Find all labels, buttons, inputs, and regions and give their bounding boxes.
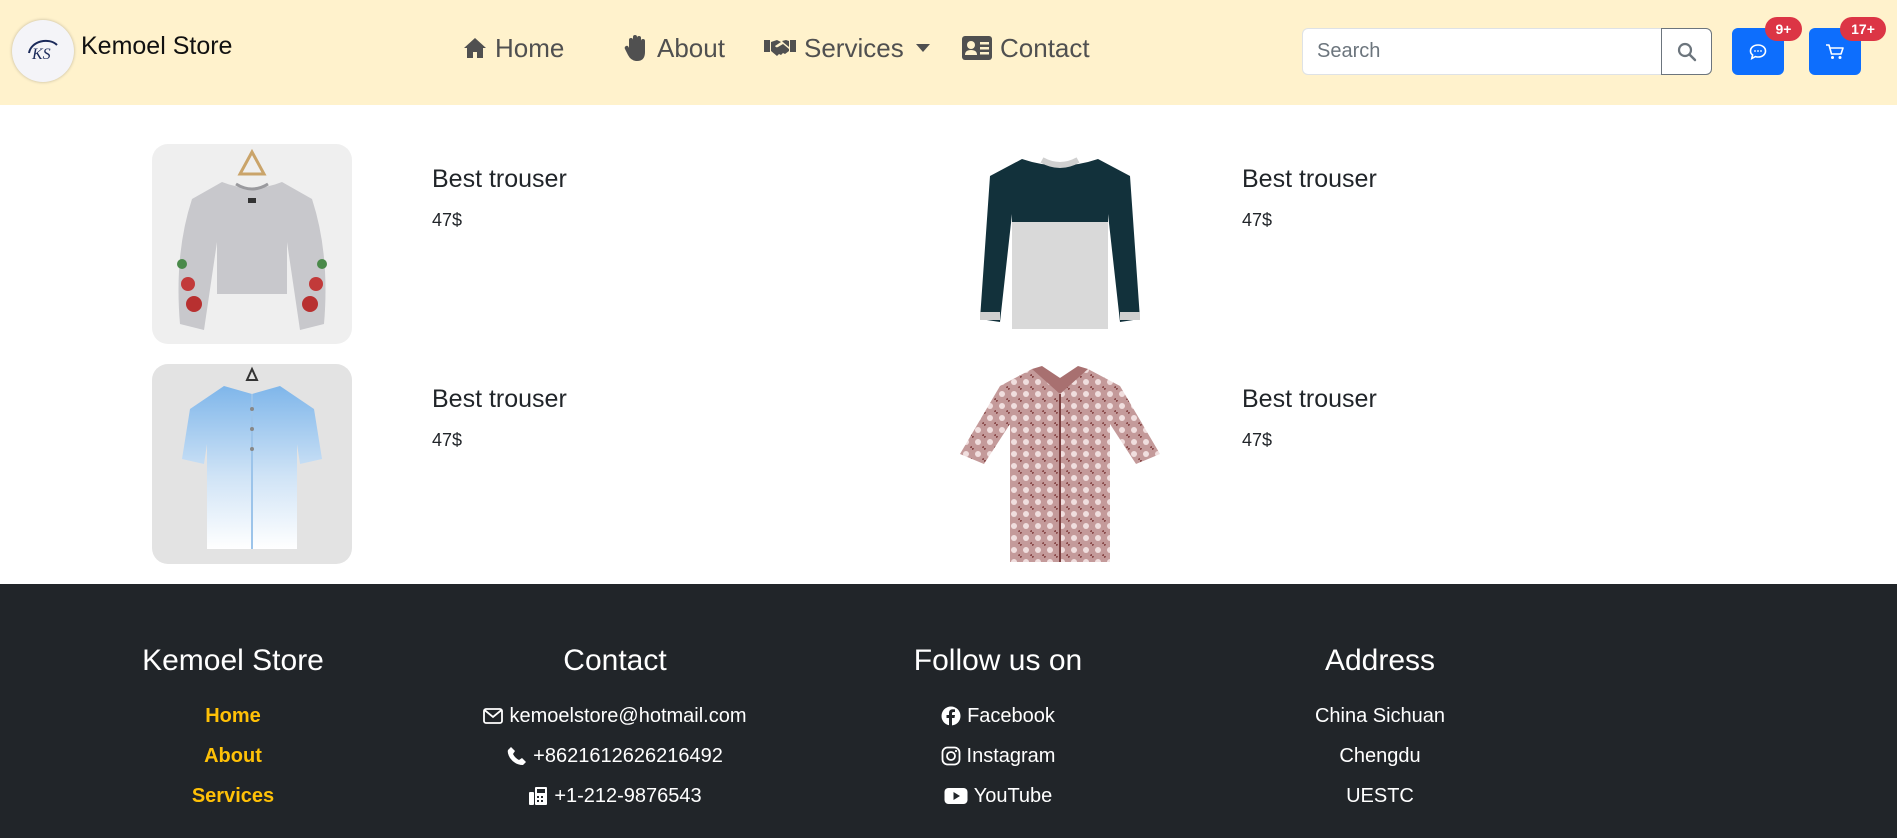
footer-youtube-link[interactable]: YouTube xyxy=(848,776,1148,816)
footer-link-services[interactable]: Services xyxy=(133,776,333,816)
product-price: 47$ xyxy=(1242,430,1273,450)
youtube-icon xyxy=(944,788,968,804)
footer-link-about[interactable]: About xyxy=(133,736,333,776)
product-price: 47$ xyxy=(432,210,463,230)
nav-about-link[interactable]: About xyxy=(623,30,725,66)
gradient-shirt-image xyxy=(182,366,322,549)
hand-icon xyxy=(624,35,645,61)
search-icon xyxy=(1677,42,1696,61)
product-image[interactable] xyxy=(152,364,352,564)
nav-services-label: Services xyxy=(804,32,904,63)
footer-fax-text: +1-212-9876543 xyxy=(554,784,702,807)
messages-badge: 9+ xyxy=(1765,17,1802,41)
patterned-shirt-image xyxy=(960,366,1160,562)
footer-contact-column: Contact kemoelstore@hotmail.com +8621612… xyxy=(465,644,765,816)
envelope-icon xyxy=(483,708,504,724)
chevron-down-icon xyxy=(915,44,930,52)
footer-link-home[interactable]: Home xyxy=(133,696,333,736)
phone-icon xyxy=(507,747,527,765)
nav-home-link[interactable]: Home xyxy=(463,30,564,66)
brand-logo[interactable]: KS xyxy=(12,20,74,82)
brand[interactable]: KS Kemoel Store xyxy=(12,20,232,82)
cart-icon xyxy=(1826,43,1844,59)
search-button[interactable] xyxy=(1661,28,1712,75)
nav-home-label: Home xyxy=(495,32,565,63)
messages-button[interactable]: 9+ xyxy=(1732,17,1802,75)
nav-about-label: About xyxy=(657,32,725,63)
footer-address-line: UESTC xyxy=(1346,784,1414,807)
product-image[interactable] xyxy=(960,364,1160,564)
footer-email[interactable]: kemoelstore@hotmail.com xyxy=(465,696,765,736)
product-title[interactable]: Best trouser xyxy=(432,165,567,194)
nav-services-dropdown[interactable]: Services xyxy=(764,30,930,66)
footer-contact-title: Contact xyxy=(563,644,667,677)
footer-follow-column: Follow us on Facebook Instagram YouTube xyxy=(848,644,1148,816)
fax-icon xyxy=(529,787,548,805)
product-price: 47$ xyxy=(1242,210,1273,230)
footer-facebook-text: Facebook xyxy=(967,704,1055,727)
footer-address-line: China Sichuan xyxy=(1314,704,1446,727)
product-title[interactable]: Best trouser xyxy=(432,385,567,414)
footer-instagram-text: Instagram xyxy=(966,744,1056,767)
footer-follow-title: Follow us on xyxy=(913,644,1083,677)
footer-youtube-text: YouTube xyxy=(973,784,1053,807)
handshake-icon xyxy=(764,40,796,56)
product-image[interactable] xyxy=(960,144,1160,344)
long-sleeve-tee-image xyxy=(980,157,1140,329)
search-input[interactable] xyxy=(1302,28,1661,75)
product-image[interactable] xyxy=(152,144,352,344)
sweater-image xyxy=(177,148,327,330)
contact-card-icon xyxy=(962,36,992,60)
footer-address-line: Chengdu xyxy=(1339,744,1421,767)
footer-phone[interactable]: +8621612626216492 xyxy=(465,736,765,776)
footer-email-text: kemoelstore@hotmail.com xyxy=(509,704,747,727)
footer-facebook-link[interactable]: Facebook xyxy=(848,696,1148,736)
facebook-icon xyxy=(941,706,961,726)
product-title[interactable]: Best trouser xyxy=(1242,385,1377,414)
footer: Kemoel Store Home About Services Contact… xyxy=(0,584,1897,838)
product-title[interactable]: Best trouser xyxy=(1242,165,1377,194)
footer-address-column: Address China Sichuan Chengdu UESTC xyxy=(1230,644,1530,816)
brand-name[interactable]: Kemoel Store xyxy=(81,32,232,61)
chat-icon xyxy=(1749,43,1767,60)
footer-phone-text: +8621612626216492 xyxy=(533,744,723,767)
cart-button[interactable]: 17+ xyxy=(1809,17,1886,75)
footer-brand-title: Kemoel Store xyxy=(142,644,324,677)
nav-contact-link[interactable]: Contact xyxy=(962,30,1090,66)
product-price: 47$ xyxy=(432,430,463,450)
footer-address-title: Address xyxy=(1324,644,1436,677)
cart-badge: 17+ xyxy=(1840,17,1886,41)
instagram-icon xyxy=(941,746,960,766)
footer-instagram-link[interactable]: Instagram xyxy=(848,736,1148,776)
footer-fax[interactable]: +1-212-9876543 xyxy=(465,776,765,816)
search-form xyxy=(1302,28,1712,75)
nav-contact-label: Contact xyxy=(1000,32,1090,63)
navbar: KS Kemoel Store Home About Services Cont… xyxy=(0,0,1897,105)
home-icon xyxy=(464,38,486,58)
brand-logo-text: KS xyxy=(31,46,51,63)
footer-brand-column: Kemoel Store Home About Services xyxy=(133,644,333,816)
